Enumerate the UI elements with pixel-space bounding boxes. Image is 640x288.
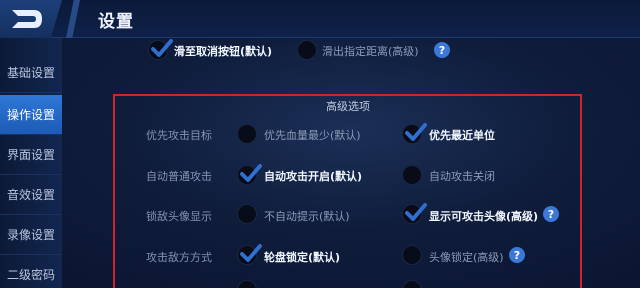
lowest-hp-label: 优先血量最少(默认) xyxy=(264,129,361,142)
lowest-hp-checkbox[interactable] xyxy=(237,124,257,144)
checkmark-icon xyxy=(151,39,173,57)
checkmark-icon xyxy=(240,164,262,182)
top-bar: 设置 xyxy=(0,0,640,38)
advanced-options-title: 高级选项 xyxy=(326,100,370,113)
help-icon[interactable]: ? xyxy=(543,206,559,222)
slide-distance-label: 滑出指定距离(高级) xyxy=(322,45,419,58)
auto-attack-on-label: 自动攻击开启(默认) xyxy=(264,170,363,183)
show-portrait-label: 显示可攻击头像(高级) xyxy=(429,210,539,223)
portrait-lock-checkbox[interactable] xyxy=(402,245,422,265)
back-button[interactable] xyxy=(0,0,62,38)
checkmark-icon xyxy=(405,123,427,141)
header-divider xyxy=(66,0,80,38)
row-label-lock-portrait: 锁敌头像显示 xyxy=(146,210,212,223)
slide-cancel-checkbox[interactable] xyxy=(148,39,173,60)
back-arrow-icon xyxy=(12,10,42,28)
sidebar: 基础设置 操作设置 界面设置 音效设置 录像设置 二级密码 xyxy=(0,38,62,288)
nearest-unit-checkbox[interactable] xyxy=(402,123,427,144)
auto-attack-off-label: 自动攻击关闭 xyxy=(429,170,495,183)
sidebar-item-sound[interactable]: 音效设置 xyxy=(0,175,62,215)
help-icon[interactable]: ? xyxy=(509,247,525,263)
no-auto-prompt-checkbox[interactable] xyxy=(237,204,257,224)
sidebar-item-basic[interactable]: 基础设置 xyxy=(0,53,62,93)
auto-attack-off-checkbox[interactable] xyxy=(402,165,422,185)
slide-distance-checkbox[interactable] xyxy=(297,40,317,60)
sidebar-item-replay[interactable]: 录像设置 xyxy=(0,215,62,255)
portrait-lock-label: 头像锁定(高级) xyxy=(429,251,504,264)
sidebar-item-password[interactable]: 二级密码 xyxy=(0,255,62,288)
row-label-target-priority: 优先攻击目标 xyxy=(146,129,212,142)
wheel-lock-label: 轮盘锁定(默认) xyxy=(264,251,341,264)
row-label-auto-attack: 自动普通攻击 xyxy=(146,170,212,183)
nearest-unit-label: 优先最近单位 xyxy=(429,129,495,142)
sidebar-item-interface[interactable]: 界面设置 xyxy=(0,135,62,175)
page-title: 设置 xyxy=(98,12,134,32)
help-icon[interactable]: ? xyxy=(434,42,450,58)
checkmark-icon xyxy=(240,244,262,262)
row-label-attack-mode: 攻击敌方方式 xyxy=(146,251,212,264)
show-portrait-checkbox[interactable] xyxy=(402,203,427,224)
slide-cancel-label: 滑至取消按钮(默认) xyxy=(174,45,273,58)
auto-attack-on-checkbox[interactable] xyxy=(237,164,262,185)
checkmark-icon xyxy=(405,203,427,221)
no-auto-prompt-label: 不自动提示(默认) xyxy=(264,210,350,223)
sidebar-item-controls[interactable]: 操作设置 xyxy=(0,95,62,135)
wheel-lock-checkbox[interactable] xyxy=(237,244,262,265)
